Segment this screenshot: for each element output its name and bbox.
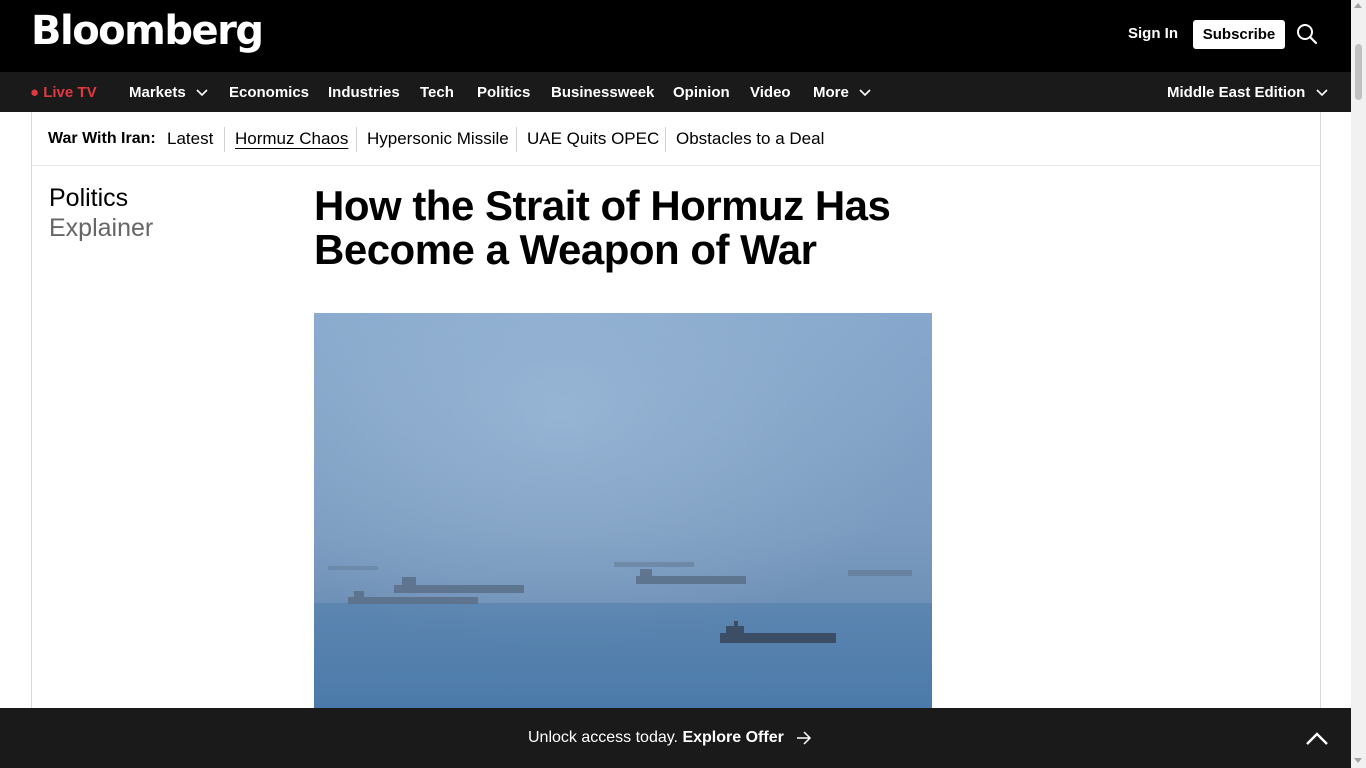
nav-more[interactable]: More [813, 84, 871, 101]
article-subcategory: Explainer [49, 214, 154, 242]
hero-photo-ships [314, 313, 932, 708]
nav-politics[interactable]: Politics [477, 84, 530, 101]
edition-label: Middle East Edition [1167, 84, 1306, 101]
nav-live-tv[interactable]: ● Live TV [30, 84, 97, 101]
subnav-link-uae-quits-opec[interactable]: UAE Quits OPEC [527, 129, 659, 149]
chevron-down-icon [859, 89, 871, 97]
subnav-divider [665, 127, 666, 152]
subnav-link-hypersonic-missile[interactable]: Hypersonic Missile [367, 129, 509, 149]
subnav-title: War With Iran: [48, 130, 156, 147]
hero-image [314, 313, 932, 708]
subnav-link-latest[interactable]: Latest [167, 129, 213, 149]
chevron-down-icon [1315, 89, 1328, 97]
subnav-divider [356, 127, 357, 152]
scroll-up-arrow-icon[interactable] [1354, 3, 1362, 8]
nav-video[interactable]: Video [750, 84, 791, 101]
subnav-link-obstacles[interactable]: Obstacles to a Deal [676, 129, 824, 149]
nav-more-label: More [813, 84, 849, 101]
main-nav: ● Live TV Markets Economics Industries T… [0, 72, 1351, 112]
search-icon[interactable] [1296, 23, 1318, 45]
page: Bloomberg Sign In Subscribe ● Live TV Ma… [0, 0, 1366, 768]
nav-industries[interactable]: Industries [328, 84, 400, 101]
article-category[interactable]: Politics [49, 184, 128, 213]
bloomberg-logo[interactable]: Bloomberg [31, 8, 264, 54]
subscribe-button[interactable]: Subscribe [1193, 20, 1285, 49]
scroll-down-arrow-icon[interactable] [1354, 758, 1362, 763]
subnav-divider [516, 127, 517, 152]
scrollbar-thumb[interactable] [1355, 44, 1362, 100]
nav-opinion[interactable]: Opinion [673, 84, 730, 101]
offer-banner-text: Unlock access today. [528, 729, 678, 746]
nav-markets-label: Markets [129, 84, 186, 101]
chevron-down-icon [196, 89, 208, 97]
chevron-up-icon[interactable] [1304, 729, 1330, 747]
sign-in-link[interactable]: Sign In [1128, 25, 1178, 42]
article-headline: How the Strait of Hormuz Has Become a We… [314, 182, 891, 273]
nav-economics[interactable]: Economics [229, 84, 309, 101]
nav-markets[interactable]: Markets [129, 84, 208, 101]
article-frame: War With Iran: Latest Hormuz Chaos Hyper… [31, 112, 1321, 708]
offer-banner: Unlock access today. Explore Offer [0, 708, 1351, 768]
arrow-right-icon[interactable] [796, 731, 812, 745]
story-subnav: War With Iran: Latest Hormuz Chaos Hyper… [32, 112, 1320, 166]
page-scrollbar[interactable] [1351, 0, 1366, 768]
top-bar: Bloomberg Sign In Subscribe [0, 0, 1351, 72]
nav-businessweek[interactable]: Businessweek [551, 84, 654, 101]
subnav-link-hormuz-chaos[interactable]: Hormuz Chaos [235, 129, 348, 149]
edition-selector[interactable]: Middle East Edition [1167, 84, 1328, 101]
nav-tech[interactable]: Tech [420, 84, 454, 101]
subnav-divider [224, 127, 225, 152]
offer-banner-text-group: Unlock access today. Explore Offer [528, 729, 812, 747]
explore-offer-link[interactable]: Explore Offer [682, 729, 783, 746]
